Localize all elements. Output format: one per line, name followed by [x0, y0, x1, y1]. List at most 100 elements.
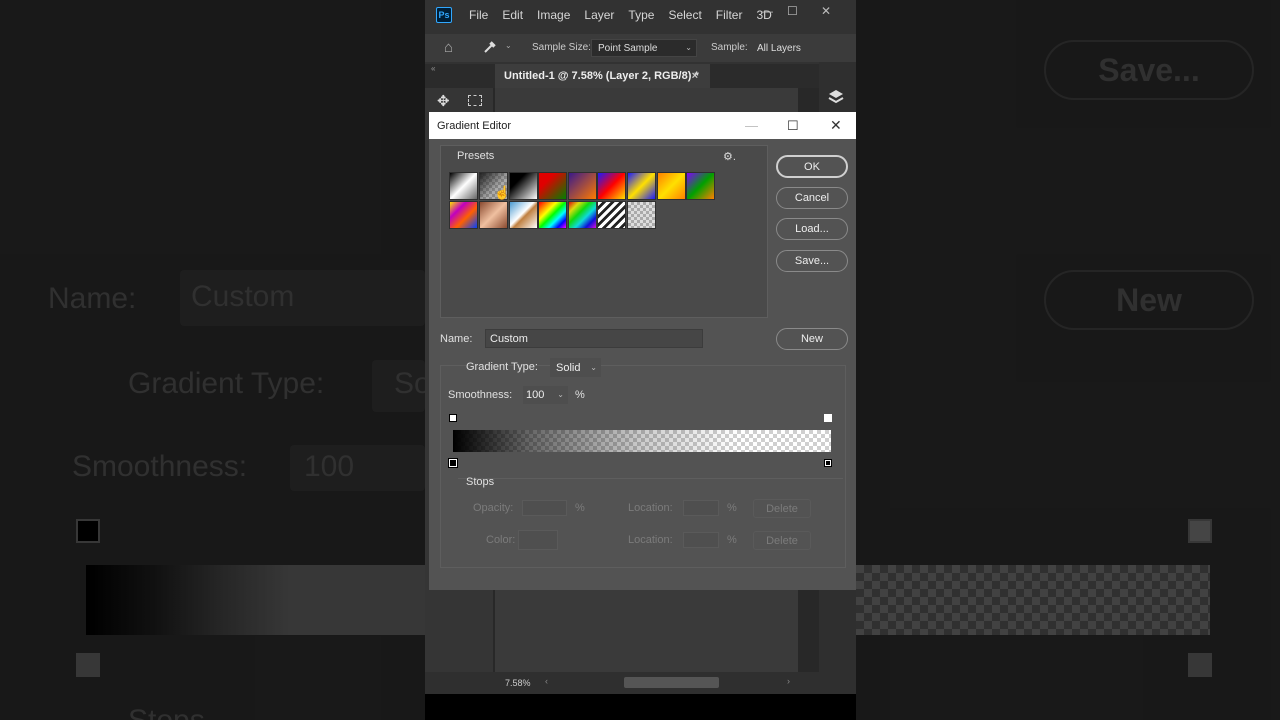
preset-swatch[interactable]	[449, 201, 478, 229]
menu-bar: Ps File Edit Image Layer Type Select Fil…	[425, 0, 856, 30]
sample-label: Sample:	[711, 42, 748, 53]
preset-swatch[interactable]	[627, 201, 656, 229]
close-icon[interactable]: ✕	[821, 4, 831, 18]
preset-swatch[interactable]	[509, 172, 538, 200]
minimize-icon[interactable]: —	[761, 4, 773, 18]
collapse-left-icon[interactable]: «	[431, 64, 435, 73]
tab-close-icon[interactable]: ×	[692, 70, 698, 82]
eyedropper-icon[interactable]	[482, 39, 498, 55]
tool-preset-chevron-icon[interactable]: ⌄	[505, 41, 512, 50]
scroll-right-icon[interactable]: ›	[787, 676, 790, 686]
menu-file[interactable]: File	[469, 8, 488, 22]
document-tab[interactable]: Untitled-1 @ 7.58% (Layer 2, RGB/8) * ×	[495, 64, 710, 88]
opacity-field[interactable]	[522, 500, 567, 516]
menu-image[interactable]: Image	[537, 8, 570, 22]
opacity-stop-right[interactable]	[824, 414, 832, 422]
sample-size-value: Point Sample	[598, 42, 658, 54]
opacity-location-label: Location:	[628, 502, 673, 514]
sample-select[interactable]: All Layers	[751, 39, 851, 57]
gradient-type-label: Gradient Type:	[466, 361, 538, 373]
smoothness-field[interactable]: 100 ⌄	[523, 386, 568, 404]
gradient-bar[interactable]	[453, 430, 831, 452]
dialog-close-icon[interactable]: ✕	[830, 112, 842, 139]
presets-gear-icon[interactable]: ⚙.	[723, 150, 736, 163]
stops-divider	[458, 478, 843, 479]
color-stop-right[interactable]	[824, 459, 832, 467]
color-label: Color:	[486, 534, 516, 546]
dialog-title-bar: Gradient Editor — ☐ ✕	[429, 112, 856, 139]
preset-swatch[interactable]	[509, 201, 538, 229]
preset-swatch[interactable]	[597, 201, 626, 229]
color-stop-left[interactable]	[448, 458, 458, 468]
document-tab-bar: « Untitled-1 @ 7.58% (Layer 2, RGB/8) * …	[425, 64, 856, 88]
preset-swatch[interactable]	[538, 201, 567, 229]
opacity-location-unit: %	[727, 502, 737, 514]
cursor-pointer-icon: ☝	[494, 185, 511, 200]
preset-swatch[interactable]	[568, 201, 597, 229]
load-button[interactable]: Load...	[776, 218, 848, 240]
sample-value: All Layers	[757, 42, 801, 54]
chevron-down-icon: ⌄	[590, 362, 597, 372]
preset-swatch[interactable]	[479, 201, 508, 229]
horizontal-scrollbar[interactable]	[624, 677, 719, 688]
new-button[interactable]: New	[776, 328, 848, 350]
dialog-minimize-icon[interactable]: —	[745, 112, 758, 139]
maximize-icon[interactable]: ☐	[787, 4, 798, 18]
bottom-bar	[425, 694, 856, 720]
gradient-editor-dialog: Gradient Editor — ☐ ✕ Presets ⚙. ☝ OK Ca…	[429, 112, 856, 590]
sample-size-select[interactable]: Point Sample ⌄	[591, 39, 697, 57]
menu-layer[interactable]: Layer	[584, 8, 614, 22]
save-button[interactable]: Save...	[776, 250, 848, 272]
marquee-tool-icon[interactable]	[468, 95, 482, 106]
menu-type[interactable]: Type	[628, 8, 654, 22]
name-value: Custom	[490, 332, 528, 345]
chevron-down-icon: ⌄	[685, 43, 692, 53]
photoshop-logo-icon: Ps	[436, 7, 452, 23]
presets-label: Presets	[457, 150, 495, 162]
move-tool-icon[interactable]: ✥	[437, 92, 450, 110]
color-location-field[interactable]	[683, 532, 719, 548]
preset-swatch[interactable]	[568, 172, 597, 200]
chevron-down-icon: ⌄	[557, 390, 564, 400]
document-tab-title: Untitled-1 @ 7.58% (Layer 2, RGB/8) *	[504, 70, 699, 82]
stops-label: Stops	[466, 476, 495, 488]
name-label: Name:	[440, 333, 473, 345]
dialog-maximize-icon[interactable]: ☐	[787, 112, 799, 139]
gradient-type-select[interactable]: Solid ⌄	[550, 358, 601, 377]
menu-edit[interactable]: Edit	[502, 8, 523, 22]
opacity-location-field[interactable]	[683, 500, 719, 516]
home-icon[interactable]: ⌂	[444, 39, 453, 56]
color-swatch-field[interactable]	[518, 530, 558, 550]
status-bar: 7.58% ‹ ›	[425, 672, 856, 694]
opacity-delete-button[interactable]: Delete	[753, 499, 811, 518]
gradient-type-value: Solid	[556, 361, 581, 374]
scroll-left-icon[interactable]: ‹	[545, 676, 548, 686]
preset-swatch[interactable]	[449, 172, 478, 200]
preset-swatch[interactable]	[597, 172, 626, 200]
menu-filter[interactable]: Filter	[716, 8, 743, 22]
color-location-label: Location:	[628, 534, 673, 546]
color-location-unit: %	[727, 534, 737, 546]
preset-swatch[interactable]	[627, 172, 656, 200]
ok-button[interactable]: OK	[776, 155, 848, 178]
menu-select[interactable]: Select	[668, 8, 701, 22]
presets-panel	[440, 145, 768, 318]
dialog-title: Gradient Editor	[437, 119, 511, 132]
preset-swatch[interactable]	[538, 172, 567, 200]
smoothness-label: Smoothness:	[448, 389, 513, 401]
preset-swatch[interactable]	[686, 172, 715, 200]
smoothness-value: 100	[526, 389, 545, 401]
cancel-button[interactable]: Cancel	[776, 187, 848, 209]
sample-size-label: Sample Size:	[532, 42, 591, 53]
color-delete-button[interactable]: Delete	[753, 531, 811, 550]
layers-icon[interactable]	[827, 88, 845, 106]
opacity-label: Opacity:	[473, 502, 514, 514]
opacity-unit: %	[575, 502, 585, 514]
screen: Name: Custom Gradient Type: So Smoothnes…	[0, 0, 1280, 720]
zoom-level[interactable]: 7.58%	[505, 678, 531, 688]
preset-swatch[interactable]	[657, 172, 686, 200]
smoothness-unit: %	[575, 389, 585, 401]
name-field[interactable]: Custom	[485, 329, 703, 348]
options-bar: ⌂ ⌄ Sample Size: Point Sample ⌄ Sample: …	[425, 34, 856, 62]
opacity-stop-left[interactable]	[449, 414, 457, 422]
